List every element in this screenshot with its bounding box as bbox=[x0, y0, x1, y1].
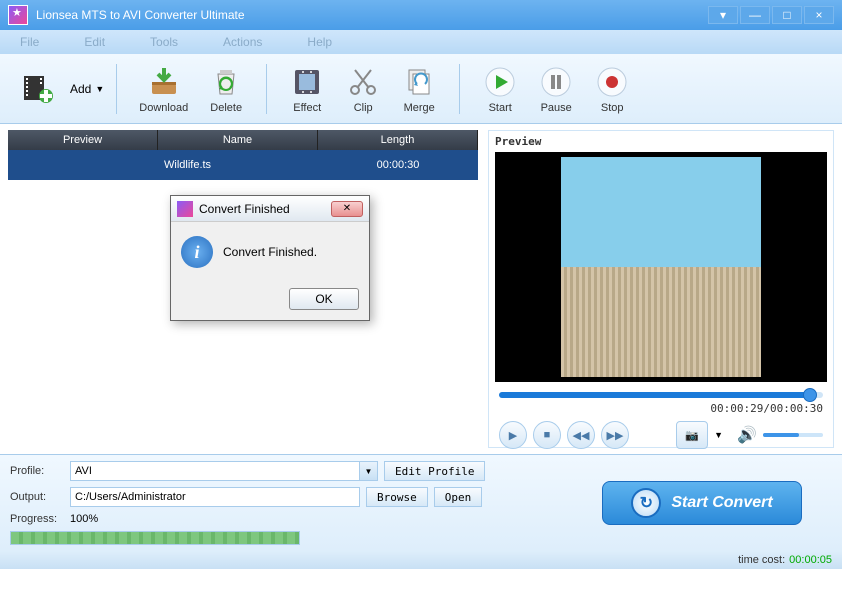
column-length[interactable]: Length bbox=[318, 130, 478, 150]
player-stop-button[interactable]: ■ bbox=[533, 421, 561, 449]
menu-edit[interactable]: Edit bbox=[84, 35, 105, 49]
pause-button[interactable]: Pause bbox=[538, 64, 574, 114]
video-display[interactable] bbox=[495, 152, 827, 382]
close-button[interactable]: × bbox=[804, 6, 834, 24]
add-dropdown[interactable]: Add ▼ bbox=[70, 82, 104, 96]
clip-icon bbox=[345, 64, 381, 100]
output-label: Output: bbox=[10, 491, 70, 503]
toolbar: Add ▼ Download Delete Effect Clip Merge S… bbox=[0, 54, 842, 124]
minimize-button[interactable]: — bbox=[740, 6, 770, 24]
convert-finished-dialog: Convert Finished ✕ i Convert Finished. O… bbox=[170, 195, 370, 321]
pause-icon bbox=[538, 64, 574, 100]
clip-button[interactable]: Clip bbox=[345, 64, 381, 114]
open-button[interactable]: Open bbox=[434, 487, 483, 507]
window-title: Lionsea MTS to AVI Converter Ultimate bbox=[36, 8, 708, 22]
download-button[interactable]: Download bbox=[139, 64, 188, 114]
pin-button[interactable]: ▾ bbox=[708, 6, 738, 24]
pause-label: Pause bbox=[541, 102, 572, 114]
browse-button[interactable]: Browse bbox=[366, 487, 428, 507]
cell-length: 00:00:30 bbox=[318, 159, 478, 171]
player-forward-button[interactable]: ▶▶ bbox=[601, 421, 629, 449]
menubar: File Edit Tools Actions Help bbox=[0, 30, 842, 54]
profile-dropdown-button[interactable]: ▼ bbox=[360, 461, 378, 481]
delete-button[interactable]: Delete bbox=[208, 64, 244, 114]
table-row[interactable]: Wildlife.ts 00:00:30 bbox=[8, 150, 478, 180]
column-preview[interactable]: Preview bbox=[8, 130, 158, 150]
download-label: Download bbox=[139, 102, 188, 114]
dialog-title-text: Convert Finished bbox=[199, 202, 290, 216]
snapshot-dropdown[interactable]: ▼ bbox=[714, 430, 723, 440]
start-label: Start bbox=[489, 102, 512, 114]
effect-icon bbox=[289, 64, 325, 100]
menu-file[interactable]: File bbox=[20, 35, 39, 49]
preview-panel: Preview 00:00:29/00:00:30 ▶ ■ ◀◀ ▶▶ 📷 ▼ … bbox=[488, 130, 834, 448]
stop-label: Stop bbox=[601, 102, 624, 114]
menu-actions[interactable]: Actions bbox=[223, 35, 262, 49]
app-logo-icon bbox=[8, 5, 28, 25]
dialog-logo-icon bbox=[177, 201, 193, 217]
dialog-message: Convert Finished. bbox=[223, 245, 317, 259]
delete-icon bbox=[208, 64, 244, 100]
player-play-button[interactable]: ▶ bbox=[499, 421, 527, 449]
dialog-close-button[interactable]: ✕ bbox=[331, 201, 363, 217]
progress-value: 100% bbox=[70, 513, 98, 525]
output-input[interactable]: C:/Users/Administrator bbox=[70, 487, 360, 507]
statusbar: time cost: 00:00:05 bbox=[0, 551, 842, 569]
time-cost-label: time cost: bbox=[738, 554, 785, 566]
volume-slider[interactable] bbox=[763, 433, 823, 437]
convert-label: Start Convert bbox=[671, 494, 772, 512]
film-add-icon bbox=[20, 70, 56, 106]
video-frame bbox=[561, 157, 761, 377]
time-display: 00:00:29/00:00:30 bbox=[499, 402, 823, 415]
snapshot-button[interactable]: 📷 bbox=[676, 421, 708, 449]
preview-label: Preview bbox=[495, 135, 827, 148]
dialog-ok-button[interactable]: OK bbox=[289, 288, 359, 310]
clip-label: Clip bbox=[354, 102, 373, 114]
merge-icon bbox=[401, 64, 437, 100]
progress-label: Progress: bbox=[10, 513, 70, 525]
caret-down-icon: ▼ bbox=[95, 84, 104, 94]
menu-help[interactable]: Help bbox=[307, 35, 332, 49]
add-label: Add bbox=[70, 82, 91, 96]
play-icon bbox=[482, 64, 518, 100]
start-button[interactable]: Start bbox=[482, 64, 518, 114]
delete-label: Delete bbox=[210, 102, 242, 114]
info-icon: i bbox=[181, 236, 213, 268]
effect-label: Effect bbox=[293, 102, 321, 114]
maximize-button[interactable]: □ bbox=[772, 6, 802, 24]
seek-slider[interactable] bbox=[499, 392, 823, 398]
effect-button[interactable]: Effect bbox=[289, 64, 325, 114]
merge-button[interactable]: Merge bbox=[401, 64, 437, 114]
profile-input[interactable]: AVI bbox=[70, 461, 360, 481]
stop-icon bbox=[594, 64, 630, 100]
download-icon bbox=[146, 64, 182, 100]
start-convert-button[interactable]: ↻ Start Convert bbox=[602, 481, 802, 525]
column-name[interactable]: Name bbox=[158, 130, 318, 150]
time-cost-value: 00:00:05 bbox=[789, 554, 832, 566]
titlebar: Lionsea MTS to AVI Converter Ultimate ▾ … bbox=[0, 0, 842, 30]
profile-label: Profile: bbox=[10, 465, 70, 477]
dialog-titlebar[interactable]: Convert Finished ✕ bbox=[171, 196, 369, 222]
stop-button[interactable]: Stop bbox=[594, 64, 630, 114]
table-header: Preview Name Length bbox=[8, 130, 478, 150]
add-button[interactable] bbox=[20, 70, 56, 108]
player-rewind-button[interactable]: ◀◀ bbox=[567, 421, 595, 449]
menu-tools[interactable]: Tools bbox=[150, 35, 178, 49]
merge-label: Merge bbox=[404, 102, 435, 114]
cell-name: Wildlife.ts bbox=[158, 159, 318, 171]
convert-icon: ↻ bbox=[631, 488, 661, 518]
edit-profile-button[interactable]: Edit Profile bbox=[384, 461, 485, 481]
progress-bar bbox=[10, 531, 300, 545]
volume-icon[interactable]: 🔊 bbox=[737, 425, 757, 445]
